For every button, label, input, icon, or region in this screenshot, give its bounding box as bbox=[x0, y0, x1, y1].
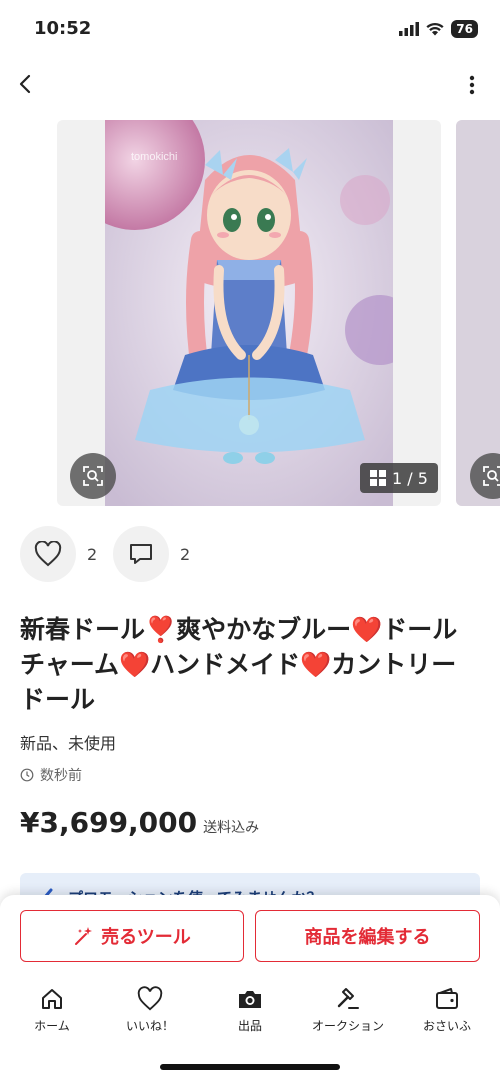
wallet-icon bbox=[436, 988, 458, 1009]
back-button[interactable] bbox=[12, 70, 40, 98]
more-vertical-icon bbox=[469, 75, 475, 95]
tab-sell-label: 出品 bbox=[237, 1019, 262, 1033]
sell-tool-label: 売るツール bbox=[101, 927, 191, 948]
heart-icon bbox=[137, 986, 163, 1011]
image-counter-text: 1 / 5 bbox=[392, 468, 428, 488]
posted-time: 数秒前 bbox=[20, 765, 82, 785]
item-title: 新春ドール❣️爽やかなブルー❤️ドールチャーム❤️ハンドメイド❤️カントリードー… bbox=[20, 615, 458, 714]
image-search-icon bbox=[83, 466, 103, 486]
tab-home-label: ホーム bbox=[34, 1019, 70, 1033]
tab-wallet-label: おさいふ bbox=[422, 1019, 471, 1033]
wifi-icon bbox=[426, 22, 444, 36]
edit-item-button[interactable]: 商品を編集する bbox=[255, 910, 480, 962]
more-options-button[interactable] bbox=[466, 72, 478, 98]
tab-home[interactable]: ホーム bbox=[7, 986, 97, 1034]
home-icon bbox=[42, 989, 62, 1009]
product-image-slide-next[interactable] bbox=[456, 120, 500, 506]
gavel-icon bbox=[337, 988, 359, 1009]
next-slide-photo bbox=[456, 120, 500, 506]
home-indicator bbox=[160, 1064, 340, 1070]
shipping-note: 送料込み bbox=[203, 820, 260, 836]
sell-tool-button[interactable]: 売るツール bbox=[20, 910, 244, 962]
status-time: 10:52 bbox=[34, 18, 92, 39]
battery-indicator: 76 bbox=[451, 20, 478, 38]
item-condition: 新品、未使用 bbox=[20, 734, 117, 753]
tab-likes-label: いいね！ bbox=[125, 1019, 174, 1033]
chevron-left-icon bbox=[19, 74, 31, 94]
image-search-button[interactable] bbox=[70, 453, 116, 499]
comment-count: 2 bbox=[180, 545, 191, 564]
comment-button[interactable] bbox=[113, 526, 169, 582]
photo-watermark: tomokichi bbox=[131, 151, 177, 163]
like-button[interactable] bbox=[20, 526, 76, 582]
heart-icon bbox=[34, 541, 62, 567]
tab-auction[interactable]: オークション bbox=[303, 986, 393, 1034]
image-counter[interactable]: 1 / 5 bbox=[360, 463, 438, 493]
tab-sell[interactable]: 出品 bbox=[205, 986, 295, 1034]
tab-auction-label: オークション bbox=[311, 1019, 384, 1033]
item-price: ¥3,699,000 bbox=[20, 806, 198, 839]
signal-icon bbox=[399, 22, 420, 36]
price-block: ¥3,699,000 送料込み bbox=[20, 806, 259, 839]
clock-icon bbox=[20, 768, 34, 782]
product-photo: tomokichi bbox=[105, 120, 393, 506]
posted-time-text: 数秒前 bbox=[40, 768, 82, 784]
image-search-icon bbox=[483, 466, 500, 486]
tab-wallet[interactable]: おさいふ bbox=[402, 986, 492, 1034]
sparkle-wand-icon bbox=[75, 927, 93, 945]
status-icons: 76 bbox=[399, 18, 478, 40]
edit-item-label: 商品を編集する bbox=[304, 927, 431, 948]
product-image-slide[interactable]: tomokichi bbox=[57, 120, 441, 506]
comment-icon bbox=[130, 544, 152, 564]
camera-icon bbox=[239, 991, 261, 1008]
tab-likes[interactable]: いいね！ bbox=[105, 986, 195, 1034]
grid-icon bbox=[370, 470, 386, 486]
like-count: 2 bbox=[87, 545, 98, 564]
